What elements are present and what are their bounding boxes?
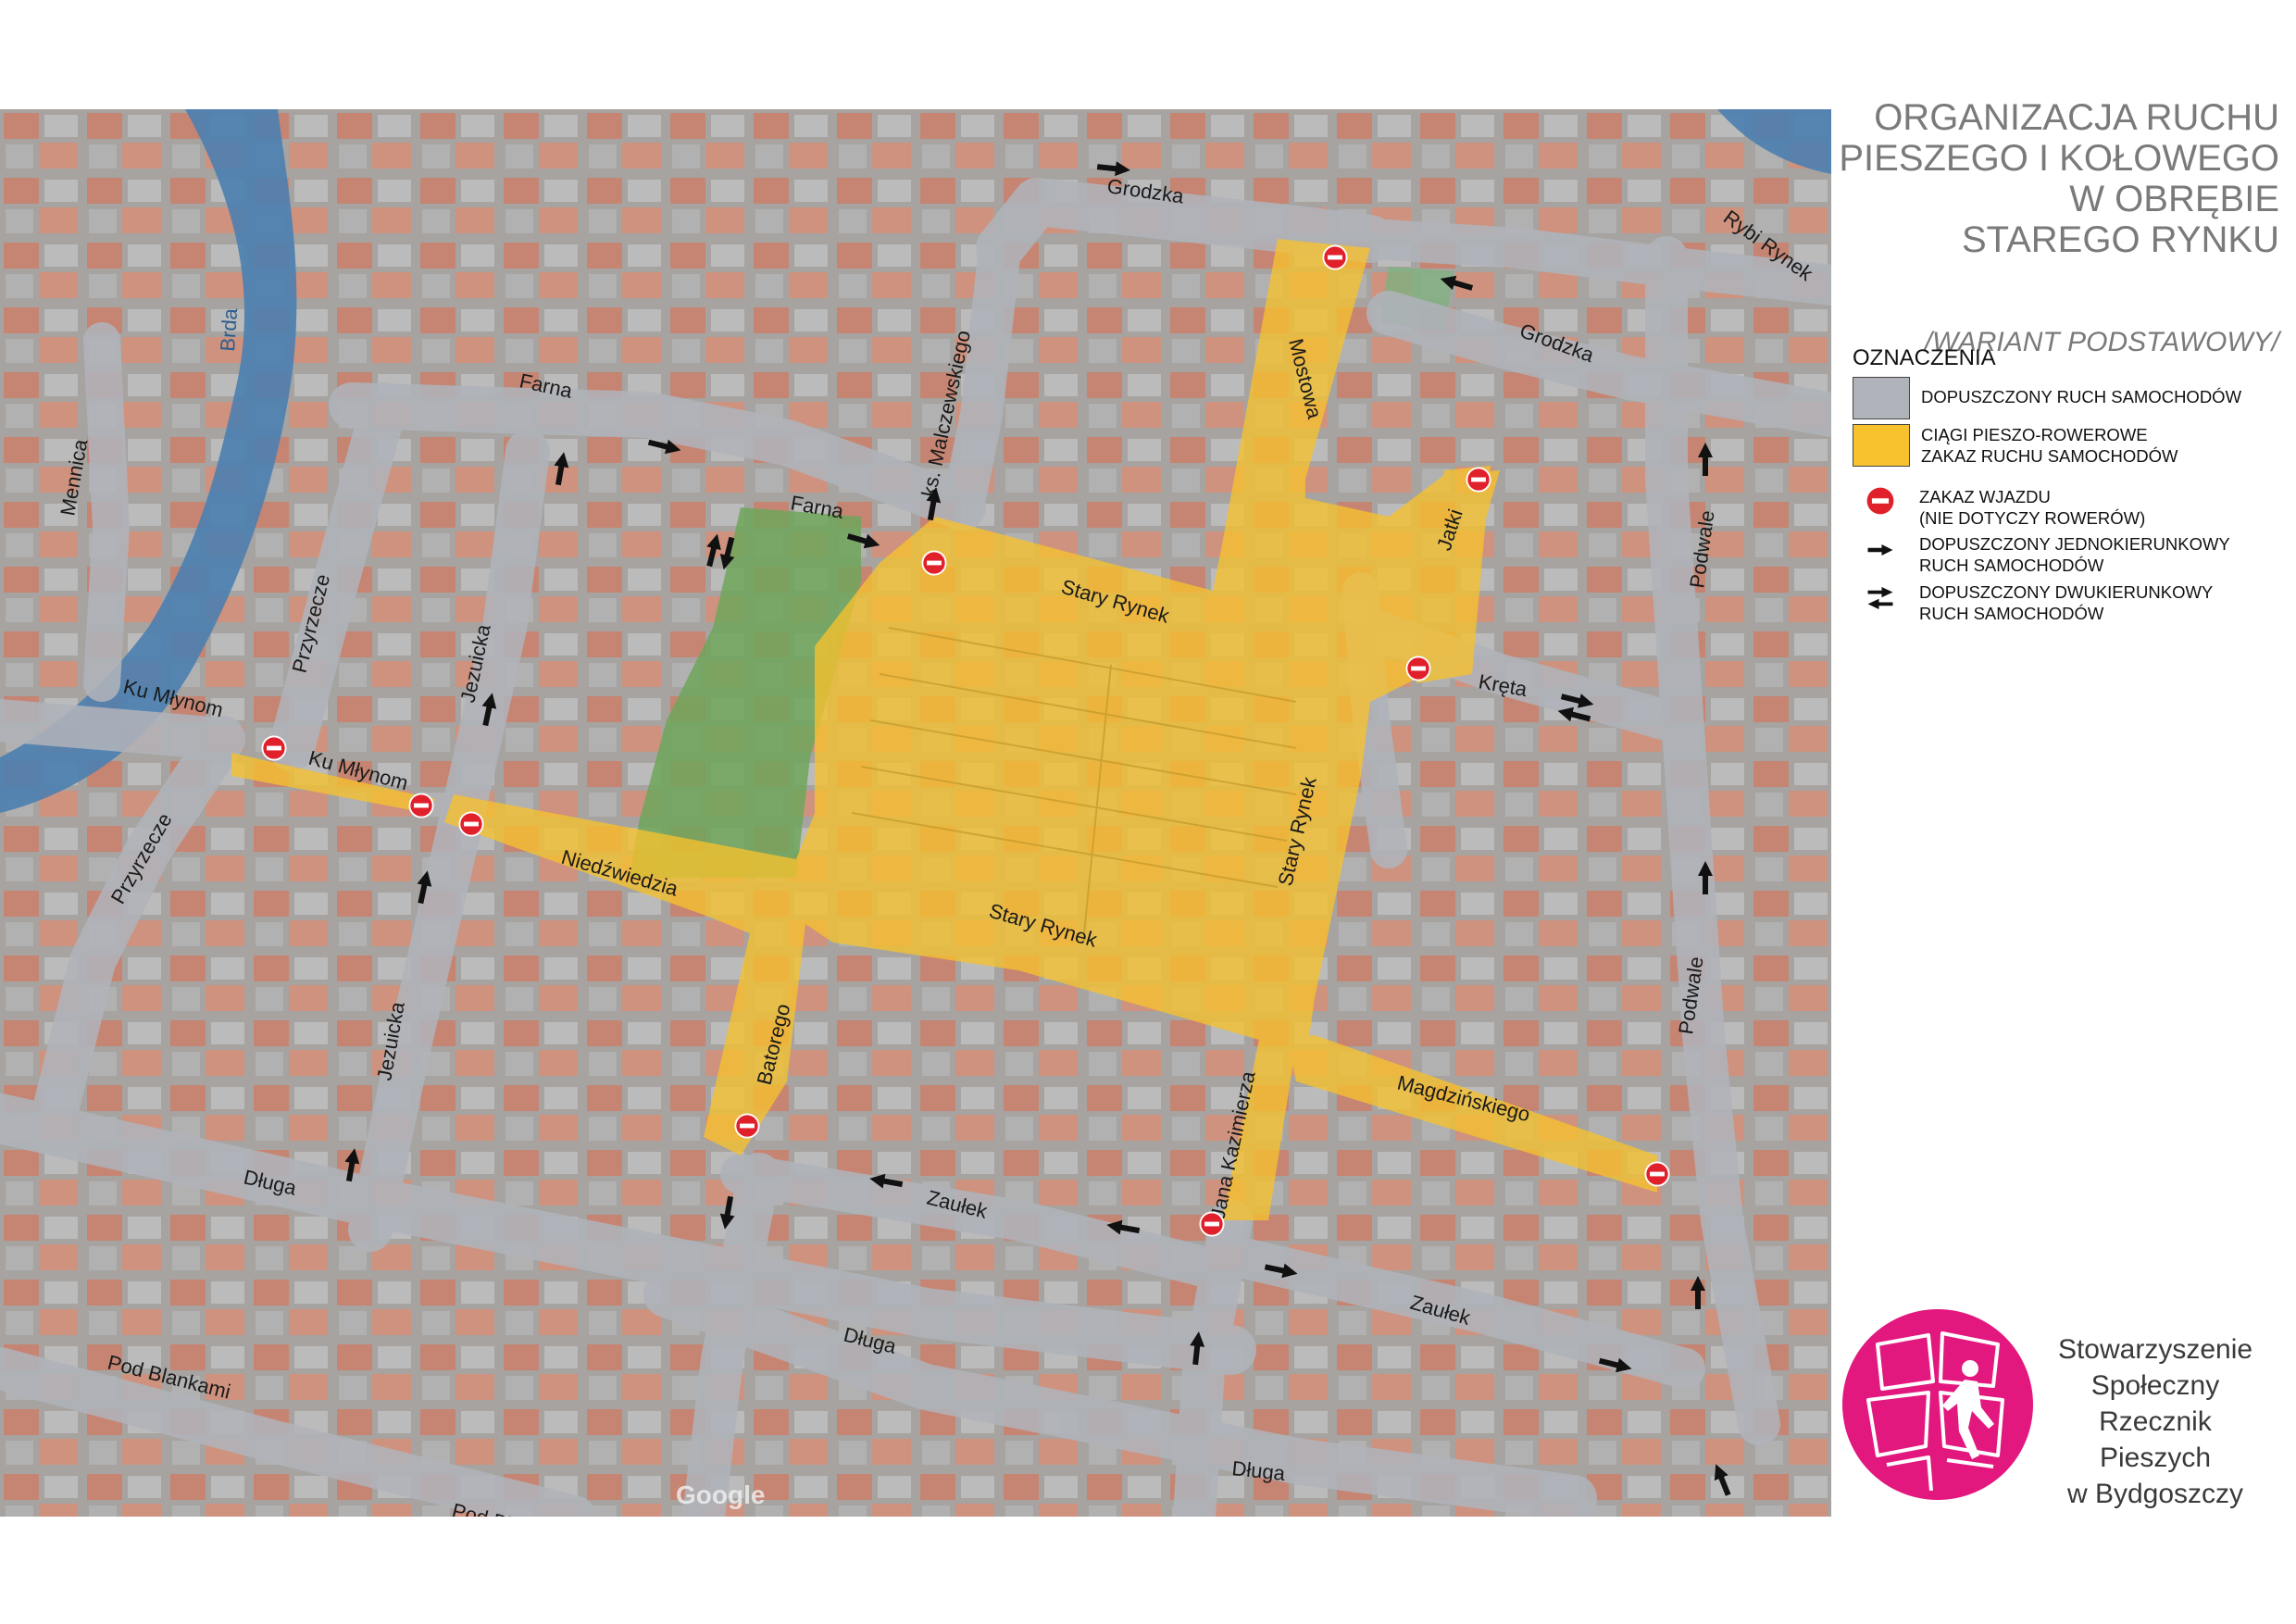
legend-item-one-way: DOPUSZCZONY JEDNOKIERUNKOWY RUCH SAMOCHO…: [1853, 533, 2230, 576]
title-line: W OBRĘBIE: [2069, 179, 2279, 219]
no-entry-icon: [921, 550, 947, 576]
legend-item-car-traffic: DOPUSZCZONY RUCH SAMOCHODÓW: [1853, 377, 2241, 419]
no-entry-icon: [458, 811, 484, 837]
legend-label: DOPUSZCZONY JEDNOKIERUNKOWY RUCH SAMOCHO…: [1919, 534, 2230, 575]
google-watermark: Google: [676, 1480, 765, 1509]
yellow-swatch: [1853, 424, 1910, 467]
no-entry-icon: [1199, 1211, 1225, 1237]
legend-item-no-entry: ZAKAZ WJAZDU (NIE DOTYCZY ROWERÓW): [1853, 486, 2145, 529]
map-title: ORGANIZACJA RUCHU PIESZEGO I KOŁOWEGO W …: [1839, 97, 2279, 260]
organization-logo: [1841, 1307, 2035, 1502]
no-entry-icon: [1322, 244, 1348, 270]
no-entry-icon: [408, 793, 434, 818]
no-entry-icon: [734, 1113, 760, 1139]
no-entry-icon: [261, 735, 287, 761]
two-way-arrow-icon: [1853, 581, 1908, 609]
no-entry-icon: [1644, 1161, 1670, 1187]
legend-item-pedestrian: CIĄGI PIESZO-ROWEROWE ZAKAZ RUCHU SAMOCH…: [1853, 424, 2178, 467]
title-line: STAREGO RYNKU: [1961, 219, 2279, 260]
grey-swatch: [1853, 377, 1910, 419]
no-entry-icon: [1853, 486, 1908, 516]
river-label: Brda: [216, 306, 242, 352]
map-area[interactable]: Grodzka Rybi Rynek Grodzka Mostowa ks. M…: [0, 109, 1831, 1517]
legend-label: DOPUSZCZONY RUCH SAMOCHODÓW: [1921, 387, 2242, 406]
no-entry-icon: [1466, 467, 1491, 493]
legend-label: CIĄGI PIESZO-ROWEROWE ZAKAZ RUCHU SAMOCH…: [1921, 425, 2178, 466]
one-way-arrow-icon: [1853, 533, 1908, 556]
no-entry-icon: [1405, 656, 1431, 681]
legend-item-two-way: DOPUSZCZONY DWUKIERUNKOWY RUCH SAMOCHODÓ…: [1853, 581, 2213, 624]
legend-heading: OZNACZENIA: [1853, 345, 1996, 370]
organization-name: Stowarzyszenie Społeczny Rzecznik Pieszy…: [2057, 1334, 2253, 1509]
title-line: PIESZEGO I KOŁOWEGO: [1839, 138, 2279, 179]
legend-label: DOPUSZCZONY DWUKIERUNKOWY RUCH SAMOCHODÓ…: [1919, 582, 2214, 623]
legend-label: ZAKAZ WJAZDU (NIE DOTYCZY ROWERÓW): [1919, 487, 2146, 528]
title-line: ORGANIZACJA RUCHU: [1874, 97, 2279, 138]
